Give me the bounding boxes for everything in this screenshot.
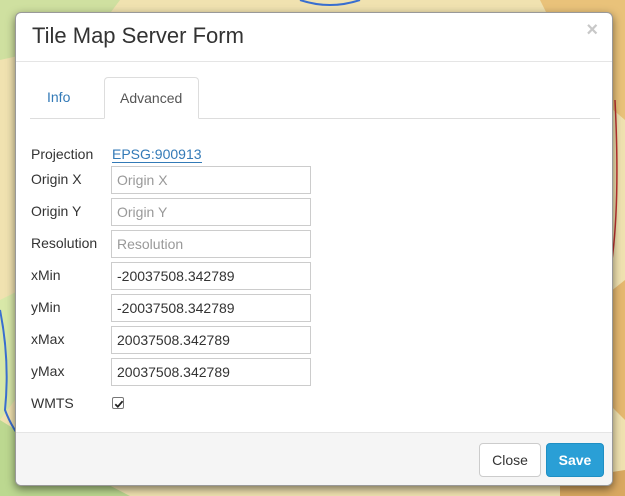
wmts-checkbox[interactable]: [112, 397, 124, 409]
resolution-label: Resolution: [31, 235, 98, 251]
tab-advanced[interactable]: Advanced: [104, 77, 199, 119]
origin-y-label: Origin Y: [31, 203, 82, 219]
ymax-row: yMax: [31, 358, 551, 386]
ymin-input[interactable]: [111, 294, 311, 322]
origin-x-row: Origin X: [31, 166, 551, 194]
xmax-label: xMax: [31, 331, 65, 347]
origin-x-input[interactable]: [111, 166, 311, 194]
xmin-label: xMin: [31, 267, 61, 283]
origin-x-label: Origin X: [31, 171, 82, 187]
modal-footer: Close Save: [16, 432, 612, 485]
save-button[interactable]: Save: [546, 443, 604, 477]
ymin-row: yMin: [31, 294, 551, 322]
modal-title: Tile Map Server Form: [32, 23, 244, 48]
projection-link[interactable]: EPSG:900913: [112, 147, 202, 163]
projection-row: Projection EPSG:900913: [31, 141, 551, 169]
tile-map-server-modal: Tile Map Server Form × Info Advanced Pro…: [15, 12, 613, 486]
origin-y-row: Origin Y: [31, 198, 551, 226]
check-icon: [114, 400, 124, 409]
wmts-row: WMTS: [31, 390, 551, 418]
origin-y-input[interactable]: [111, 198, 311, 226]
xmax-input[interactable]: [111, 326, 311, 354]
xmin-input[interactable]: [111, 262, 311, 290]
resolution-input[interactable]: [111, 230, 311, 258]
close-icon[interactable]: ×: [586, 19, 598, 41]
wmts-label: WMTS: [31, 395, 74, 411]
modal-header: Tile Map Server Form ×: [16, 13, 612, 62]
xmax-row: xMax: [31, 326, 551, 354]
ymin-label: yMin: [31, 299, 61, 315]
projection-label: Projection: [31, 146, 94, 162]
tab-bar: Info Advanced: [30, 77, 600, 119]
close-button[interactable]: Close: [479, 443, 541, 477]
resolution-row: Resolution: [31, 230, 551, 258]
ymax-label: yMax: [31, 363, 65, 379]
tab-info[interactable]: Info: [32, 77, 85, 117]
xmin-row: xMin: [31, 262, 551, 290]
ymax-input[interactable]: [111, 358, 311, 386]
